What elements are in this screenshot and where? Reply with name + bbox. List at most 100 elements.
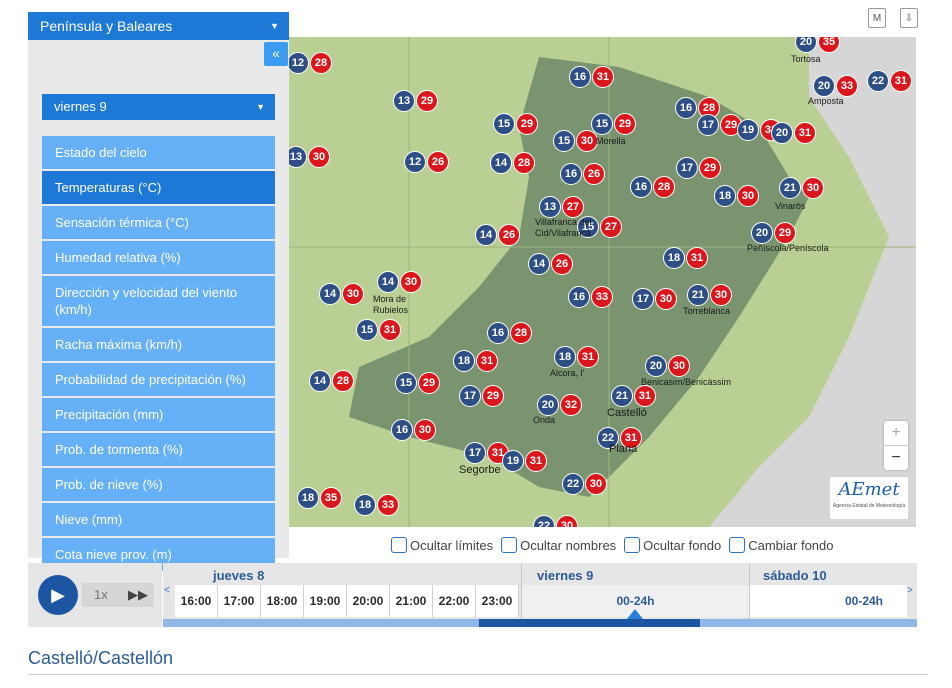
zoom-in-button[interactable]: + <box>884 421 908 446</box>
menu-item-precipitacion[interactable]: Precipitación (mm) <box>42 398 275 431</box>
option-ocultar-fondo[interactable]: Ocultar fondo <box>624 537 721 553</box>
min-temp: 20 <box>751 222 773 244</box>
temp-pair[interactable]: 13 30 <box>289 146 330 168</box>
temp-pair[interactable]: 12 26 <box>404 151 449 173</box>
temp-pair[interactable]: 15 31 <box>356 319 401 341</box>
min-temp: 14 <box>490 152 512 174</box>
region-select[interactable]: Península y Baleares ▼ <box>28 12 289 40</box>
temp-pair[interactable]: 16 26 <box>560 163 605 185</box>
day-select[interactable]: viernes 9 ▼ <box>42 94 275 120</box>
temp-pair[interactable]: 16 33 <box>568 286 613 308</box>
menu-item-humedad[interactable]: Humedad relativa (%) <box>42 241 275 274</box>
menu-item-temperaturas[interactable]: Temperaturas (°C) <box>42 171 275 204</box>
temp-pair[interactable]: 22 30 <box>533 515 578 527</box>
play-button[interactable]: ▶ <box>38 575 78 615</box>
temp-pair[interactable]: 16 30 <box>391 419 436 441</box>
temp-pair[interactable]: 20 33 <box>813 75 858 97</box>
timeline-right-arrow-icon[interactable]: > <box>907 585 913 596</box>
temp-pair[interactable]: 16 31 <box>569 66 614 88</box>
menu-item-viento[interactable]: Dirección y velocidad del viento (km/h) <box>42 276 275 326</box>
temp-pair[interactable]: 21 31 <box>611 385 656 407</box>
temp-pair[interactable]: 18 31 <box>554 346 599 368</box>
speed-control[interactable]: 1x ▶▶ <box>82 583 154 607</box>
menu-item-racha[interactable]: Racha máxima (km/h) <box>42 328 275 361</box>
timeline-left-arrow-icon[interactable]: < <box>164 585 170 596</box>
min-temp: 14 <box>309 370 331 392</box>
min-temp: 17 <box>464 442 486 464</box>
checkbox[interactable] <box>729 537 746 553</box>
city-label: Castelló <box>607 407 647 419</box>
m-icon[interactable]: M <box>868 8 886 28</box>
zoom-out-button[interactable]: − <box>884 446 908 470</box>
checkbox[interactable] <box>624 537 641 553</box>
temp-pair[interactable]: 17 29 <box>697 114 742 136</box>
temp-pair[interactable]: 15 30 <box>553 130 598 152</box>
temp-pair[interactable]: 20 30 <box>645 355 690 377</box>
menu-item-prob-precipitacion[interactable]: Probabilidad de precipitación (%) <box>42 363 275 396</box>
temp-pair[interactable]: 14 26 <box>475 224 520 246</box>
max-temp: 30 <box>556 515 578 527</box>
checkbox[interactable] <box>391 537 407 553</box>
option-ocultar-nombres[interactable]: Ocultar nombres <box>501 537 616 553</box>
temp-pair[interactable]: 18 31 <box>453 350 498 372</box>
fast-forward-icon[interactable]: ▶▶ <box>128 583 148 607</box>
min-temp: 16 <box>568 286 590 308</box>
menu-item-prob-nieve[interactable]: Prob. de nieve (%) <box>42 468 275 501</box>
hour-slot[interactable]: 19:00 <box>304 585 347 617</box>
temp-pair[interactable]: 16 28 <box>487 322 532 344</box>
max-temp: 29 <box>699 157 721 179</box>
hour-slot[interactable]: 18:00 <box>261 585 304 617</box>
temp-pair[interactable]: 18 30 <box>714 185 759 207</box>
hour-slot[interactable]: 22:00 <box>433 585 476 617</box>
temp-pair[interactable]: 17 30 <box>632 288 677 310</box>
hour-slot[interactable]: 17:00 <box>218 585 261 617</box>
temp-pair[interactable]: 14 30 <box>319 283 364 305</box>
temp-pair[interactable]: 14 28 <box>490 152 535 174</box>
temp-pair[interactable]: 18 33 <box>354 494 399 516</box>
temp-pair[interactable]: 17 29 <box>459 385 504 407</box>
menu-item-estado-cielo[interactable]: Estado del cielo <box>42 136 275 169</box>
temp-pair[interactable]: 20 35 <box>795 37 840 53</box>
slot-sabado-00-24h[interactable]: 00-24h <box>750 585 907 617</box>
temp-pair[interactable]: 12 28 <box>289 52 332 74</box>
hour-slot[interactable]: 16:00 <box>175 585 218 617</box>
temp-pair[interactable]: 14 30 <box>377 271 422 293</box>
temp-pair[interactable]: 14 28 <box>309 370 354 392</box>
temp-pair[interactable]: 14 26 <box>528 253 573 275</box>
option-ocultar-limites[interactable]: Ocultar límites <box>391 537 493 553</box>
menu-item-nieve[interactable]: Nieve (mm) <box>42 503 275 536</box>
option-cambiar-fondo[interactable]: Cambiar fondo <box>729 537 834 553</box>
temp-pair[interactable]: 22 30 <box>562 473 607 495</box>
city-label: Peñíscola/Peníscola <box>747 243 829 253</box>
temp-pair[interactable]: 15 29 <box>395 372 440 394</box>
hour-slot[interactable]: 21:00 <box>390 585 433 617</box>
menu-item-sensacion-termica[interactable]: Sensación térmica (°C) <box>42 206 275 239</box>
temp-pair[interactable]: 21 30 <box>779 177 824 199</box>
temp-pair[interactable]: 18 35 <box>297 487 342 509</box>
temp-pair[interactable]: 13 27 <box>539 196 584 218</box>
temp-pair[interactable]: 18 31 <box>663 247 708 269</box>
min-temp: 20 <box>771 122 793 144</box>
download-icon[interactable]: ⇩ <box>900 8 918 28</box>
temp-pair[interactable]: 17 29 <box>676 157 721 179</box>
temp-pair[interactable]: 1931 <box>502 450 547 472</box>
temp-pair[interactable]: 20 29 <box>751 222 796 244</box>
menu-item-prob-tormenta[interactable]: Prob. de tormenta (%) <box>42 433 275 466</box>
checkbox[interactable] <box>501 537 518 553</box>
collapse-panel-button[interactable]: « <box>264 42 288 66</box>
min-temp: 18 <box>714 185 736 207</box>
temp-pair[interactable]: 16 28 <box>630 176 675 198</box>
city-label: Onda <box>533 415 556 425</box>
temp-pair[interactable]: 20 31 <box>771 122 816 144</box>
temp-pair[interactable]: 22 31 <box>867 70 912 92</box>
weather-map[interactable]: 20 35 12 28 16 31 20 33 22 31 13 29 16 28 15 29 … <box>289 37 916 527</box>
min-temp: 16 <box>630 176 652 198</box>
max-temp: 31 <box>379 319 401 341</box>
temp-pair[interactable]: 15 29 <box>493 113 538 135</box>
temp-pair[interactable]: 20 32 <box>537 394 582 416</box>
temp-pair[interactable]: 21 30 <box>687 284 732 306</box>
min-temp: 20 <box>645 355 667 377</box>
hour-slot[interactable]: 20:00 <box>347 585 390 617</box>
hour-slot[interactable]: 23:00 <box>476 585 519 617</box>
temp-pair[interactable]: 13 29 <box>393 90 438 112</box>
